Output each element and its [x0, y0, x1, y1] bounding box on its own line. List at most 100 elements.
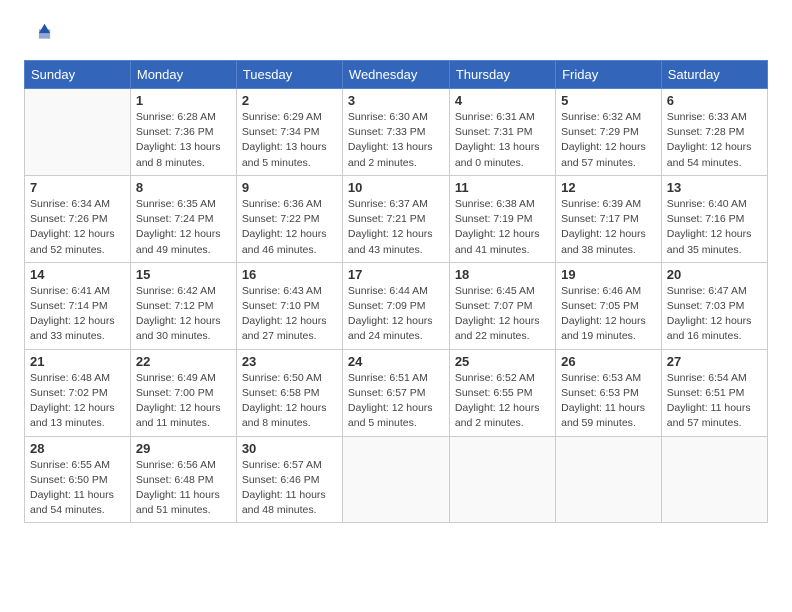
day-info: Sunrise: 6:30 AMSunset: 7:33 PMDaylight:…	[348, 110, 444, 171]
day-cell: 12 Sunrise: 6:39 AMSunset: 7:17 PMDayligh…	[556, 175, 662, 262]
day-number: 5	[561, 93, 656, 108]
day-cell: 24 Sunrise: 6:51 AMSunset: 6:57 PMDayligh…	[342, 349, 449, 436]
day-number: 8	[136, 180, 231, 195]
day-number: 12	[561, 180, 656, 195]
day-number: 24	[348, 354, 444, 369]
day-info: Sunrise: 6:42 AMSunset: 7:12 PMDaylight:…	[136, 284, 231, 345]
day-info: Sunrise: 6:50 AMSunset: 6:58 PMDaylight:…	[242, 371, 337, 432]
day-info: Sunrise: 6:45 AMSunset: 7:07 PMDaylight:…	[455, 284, 550, 345]
day-cell: 16Sunrise: 6:43 AMSunset: 7:10 PMDayligh…	[236, 262, 342, 349]
week-row-4: 21 Sunrise: 6:48 AMSunset: 7:02 PMDayligh…	[25, 349, 768, 436]
day-info: Sunrise: 6:39 AMSunset: 7:17 PMDaylight:…	[561, 197, 656, 258]
day-cell: 6 Sunrise: 6:33 AMSunset: 7:28 PMDaylight…	[661, 89, 767, 176]
day-info: Sunrise: 6:37 AMSunset: 7:21 PMDaylight:…	[348, 197, 444, 258]
day-cell	[556, 436, 662, 523]
day-info: Sunrise: 6:34 AMSunset: 7:26 PMDaylight:…	[30, 197, 125, 258]
week-row-1: 1 Sunrise: 6:28 AMSunset: 7:36 PMDaylight…	[25, 89, 768, 176]
day-cell: 21 Sunrise: 6:48 AMSunset: 7:02 PMDayligh…	[25, 349, 131, 436]
day-number: 28	[30, 441, 125, 456]
day-cell: 30 Sunrise: 6:57 AMSunset: 6:46 PMDayligh…	[236, 436, 342, 523]
day-number: 18	[455, 267, 550, 282]
day-info: Sunrise: 6:53 AMSunset: 6:53 PMDaylight:…	[561, 371, 656, 432]
day-number: 20	[667, 267, 762, 282]
day-cell: 23 Sunrise: 6:50 AMSunset: 6:58 PMDayligh…	[236, 349, 342, 436]
day-cell: 9 Sunrise: 6:36 AMSunset: 7:22 PMDaylight…	[236, 175, 342, 262]
day-number: 17	[348, 267, 444, 282]
day-info: Sunrise: 6:47 AMSunset: 7:03 PMDaylight:…	[667, 284, 762, 345]
day-cell: 3 Sunrise: 6:30 AMSunset: 7:33 PMDaylight…	[342, 89, 449, 176]
day-cell: 25 Sunrise: 6:52 AMSunset: 6:55 PMDayligh…	[449, 349, 555, 436]
day-info: Sunrise: 6:51 AMSunset: 6:57 PMDaylight:…	[348, 371, 444, 432]
day-number: 10	[348, 180, 444, 195]
weekday-header-saturday: Saturday	[661, 61, 767, 89]
day-cell: 17 Sunrise: 6:44 AMSunset: 7:09 PMDayligh…	[342, 262, 449, 349]
day-info: Sunrise: 6:43 AMSunset: 7:10 PMDaylight:…	[242, 284, 337, 345]
day-number: 11	[455, 180, 550, 195]
day-info: Sunrise: 6:28 AMSunset: 7:36 PMDaylight:…	[136, 110, 231, 171]
day-info: Sunrise: 6:44 AMSunset: 7:09 PMDaylight:…	[348, 284, 444, 345]
week-row-3: 14 Sunrise: 6:41 AMSunset: 7:14 PMDayligh…	[25, 262, 768, 349]
day-number: 22	[136, 354, 231, 369]
day-number: 23	[242, 354, 337, 369]
day-number: 19	[561, 267, 656, 282]
logo	[24, 20, 54, 48]
day-number: 1	[136, 93, 231, 108]
day-info: Sunrise: 6:41 AMSunset: 7:14 PMDaylight:…	[30, 284, 125, 345]
day-number: 27	[667, 354, 762, 369]
day-cell	[25, 89, 131, 176]
day-cell	[661, 436, 767, 523]
week-row-2: 7 Sunrise: 6:34 AMSunset: 7:26 PMDaylight…	[25, 175, 768, 262]
day-cell: 5 Sunrise: 6:32 AMSunset: 7:29 PMDaylight…	[556, 89, 662, 176]
day-number: 26	[561, 354, 656, 369]
day-number: 13	[667, 180, 762, 195]
week-row-5: 28Sunrise: 6:55 AMSunset: 6:50 PMDayligh…	[25, 436, 768, 523]
page-header	[24, 20, 768, 48]
day-cell: 13 Sunrise: 6:40 AMSunset: 7:16 PMDayligh…	[661, 175, 767, 262]
day-cell: 20 Sunrise: 6:47 AMSunset: 7:03 PMDayligh…	[661, 262, 767, 349]
day-number: 15	[136, 267, 231, 282]
day-info: Sunrise: 6:36 AMSunset: 7:22 PMDaylight:…	[242, 197, 337, 258]
day-number: 6	[667, 93, 762, 108]
weekday-header-friday: Friday	[556, 61, 662, 89]
day-cell: 26 Sunrise: 6:53 AMSunset: 6:53 PMDayligh…	[556, 349, 662, 436]
day-info: Sunrise: 6:56 AMSunset: 6:48 PMDaylight:…	[136, 458, 231, 519]
day-cell	[342, 436, 449, 523]
day-info: Sunrise: 6:46 AMSunset: 7:05 PMDaylight:…	[561, 284, 656, 345]
day-info: Sunrise: 6:29 AMSunset: 7:34 PMDaylight:…	[242, 110, 337, 171]
day-info: Sunrise: 6:52 AMSunset: 6:55 PMDaylight:…	[455, 371, 550, 432]
day-info: Sunrise: 6:48 AMSunset: 7:02 PMDaylight:…	[30, 371, 125, 432]
day-number: 2	[242, 93, 337, 108]
day-number: 3	[348, 93, 444, 108]
day-number: 14	[30, 267, 125, 282]
day-number: 21	[30, 354, 125, 369]
day-number: 7	[30, 180, 125, 195]
day-info: Sunrise: 6:32 AMSunset: 7:29 PMDaylight:…	[561, 110, 656, 171]
logo-icon	[24, 20, 52, 48]
day-number: 29	[136, 441, 231, 456]
day-number: 30	[242, 441, 337, 456]
day-cell: 8 Sunrise: 6:35 AMSunset: 7:24 PMDaylight…	[130, 175, 236, 262]
weekday-header-sunday: Sunday	[25, 61, 131, 89]
day-cell: 11Sunrise: 6:38 AMSunset: 7:19 PMDayligh…	[449, 175, 555, 262]
calendar-table: SundayMondayTuesdayWednesdayThursdayFrid…	[24, 60, 768, 523]
day-info: Sunrise: 6:57 AMSunset: 6:46 PMDaylight:…	[242, 458, 337, 519]
day-info: Sunrise: 6:49 AMSunset: 7:00 PMDaylight:…	[136, 371, 231, 432]
day-cell: 29 Sunrise: 6:56 AMSunset: 6:48 PMDayligh…	[130, 436, 236, 523]
weekday-header-row: SundayMondayTuesdayWednesdayThursdayFrid…	[25, 61, 768, 89]
day-cell: 4Sunrise: 6:31 AMSunset: 7:31 PMDaylight…	[449, 89, 555, 176]
weekday-header-wednesday: Wednesday	[342, 61, 449, 89]
day-info: Sunrise: 6:54 AMSunset: 6:51 PMDaylight:…	[667, 371, 762, 432]
day-info: Sunrise: 6:35 AMSunset: 7:24 PMDaylight:…	[136, 197, 231, 258]
day-number: 25	[455, 354, 550, 369]
day-cell: 28Sunrise: 6:55 AMSunset: 6:50 PMDayligh…	[25, 436, 131, 523]
day-number: 9	[242, 180, 337, 195]
day-info: Sunrise: 6:40 AMSunset: 7:16 PMDaylight:…	[667, 197, 762, 258]
day-cell: 10 Sunrise: 6:37 AMSunset: 7:21 PMDayligh…	[342, 175, 449, 262]
day-cell: 1 Sunrise: 6:28 AMSunset: 7:36 PMDaylight…	[130, 89, 236, 176]
weekday-header-monday: Monday	[130, 61, 236, 89]
day-cell: 7 Sunrise: 6:34 AMSunset: 7:26 PMDaylight…	[25, 175, 131, 262]
day-cell: 18 Sunrise: 6:45 AMSunset: 7:07 PMDayligh…	[449, 262, 555, 349]
day-info: Sunrise: 6:33 AMSunset: 7:28 PMDaylight:…	[667, 110, 762, 171]
weekday-header-thursday: Thursday	[449, 61, 555, 89]
day-cell: 14 Sunrise: 6:41 AMSunset: 7:14 PMDayligh…	[25, 262, 131, 349]
